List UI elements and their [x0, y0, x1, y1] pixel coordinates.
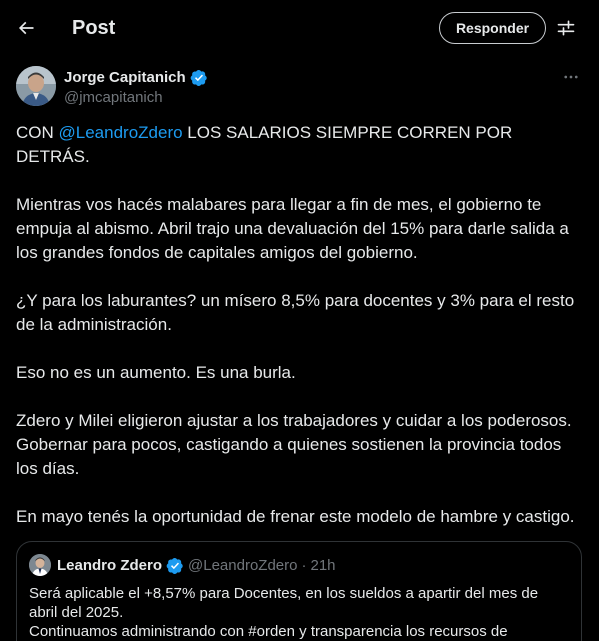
post-page: Post Responder Jorge Capitanich @jmcapit… — [0, 0, 599, 641]
sliders-icon — [557, 20, 575, 36]
post-paragraph-2: Mientras vos hacés malabares para llegar… — [16, 195, 569, 262]
top-bar: Post Responder — [0, 0, 599, 56]
quoted-text-line-2: Continuamos administrando con #orden y t… — [29, 623, 508, 640]
quoted-avatar[interactable] — [29, 554, 51, 576]
back-button[interactable] — [8, 10, 44, 46]
post-paragraph-3: ¿Y para los laburantes? un mísero 8,5% p… — [16, 291, 575, 334]
quoted-text: Será aplicable el +8,57% para Docentes, … — [29, 584, 569, 641]
arrow-left-icon — [18, 21, 34, 35]
quoted-avatar-image — [29, 554, 51, 576]
reply-button[interactable]: Responder — [439, 12, 546, 44]
more-horizontal-icon — [564, 75, 578, 79]
author-handle[interactable]: @jmcapitanich — [64, 88, 163, 107]
quoted-text-line-1: Será aplicable el +8,57% para Docentes, … — [29, 585, 539, 621]
quoted-post[interactable]: Leandro Zdero @LeandroZdero · 21h Será a… — [16, 541, 582, 641]
post-paragraph-5: Zdero y Milei eligieron ajustar a los tr… — [16, 411, 572, 478]
avatar[interactable] — [16, 66, 56, 106]
author-name[interactable]: Jorge Capitanich — [64, 68, 208, 87]
quoted-author-handle[interactable]: @LeandroZdero — [188, 556, 297, 575]
post-paragraph-6: En mayo tenés la oportunidad de frenar e… — [16, 507, 575, 526]
post-paragraph-1: CON @LeandroZdero LOS SALARIOS SIEMPRE C… — [16, 121, 581, 169]
post-paragraph-4: Eso no es un aumento. Es una burla. — [16, 363, 296, 382]
post-text-segment: CON — [16, 123, 59, 142]
quoted-author-name[interactable]: Leandro Zdero — [57, 556, 162, 575]
more-options-button[interactable] — [556, 66, 586, 88]
mention-link[interactable]: @LeandroZdero — [59, 123, 183, 142]
verified-badge-icon[interactable] — [166, 557, 184, 575]
verified-badge-icon[interactable] — [190, 69, 208, 87]
avatar-image — [16, 66, 56, 106]
page-title: Post — [72, 17, 116, 39]
quoted-separator: · — [301, 557, 307, 574]
quoted-timestamp[interactable]: 21h — [310, 556, 335, 575]
author-name-text: Jorge Capitanich — [64, 69, 186, 86]
post-text: CON @LeandroZdero LOS SALARIOS SIEMPRE C… — [16, 121, 581, 553]
quoted-header: Leandro Zdero @LeandroZdero · 21h — [57, 556, 336, 575]
filter-button[interactable] — [550, 12, 582, 44]
